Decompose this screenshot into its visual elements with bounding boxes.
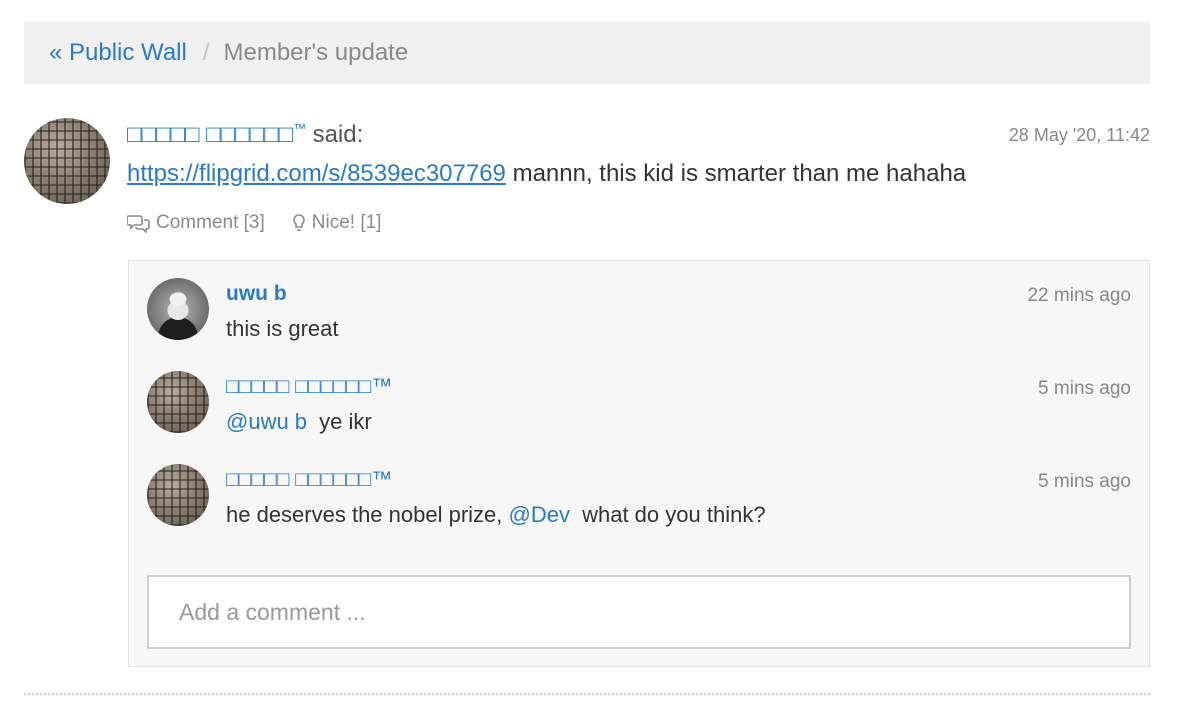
add-comment-input[interactable] — [147, 575, 1131, 649]
said-label: said: — [312, 121, 364, 148]
nice-count-label: Nice! [1] — [311, 212, 382, 233]
commenter-name-link[interactable]: uwu b — [226, 282, 287, 306]
comment-item: uwu b 22 mins ago this is great — [129, 278, 1149, 348]
back-to-public-wall-link[interactable]: « Public Wall — [49, 39, 187, 67]
post-author-avatar[interactable] — [24, 118, 110, 204]
comment-text-after: what do you think? — [575, 502, 766, 527]
commenter-name-link[interactable]: □□□□□ □□□□□□™ — [226, 468, 392, 492]
comment-item: □□□□□ □□□□□□™ 5 mins ago he deserves the… — [129, 464, 1149, 534]
comment-time: 22 mins ago — [1027, 285, 1131, 306]
commenter-avatar[interactable] — [147, 371, 209, 433]
post-text: mannn, this kid is smarter than me hahah… — [505, 160, 967, 187]
commenter-avatar[interactable] — [147, 278, 209, 340]
post-author-name: □□□□□ □□□□□□ — [127, 121, 294, 148]
post-body: https://flipgrid.com/s/8539ec307769 mann… — [127, 160, 966, 188]
section-divider — [24, 693, 1150, 695]
comment-time: 5 mins ago — [1038, 378, 1131, 399]
commenter-name-link[interactable]: □□□□□ □□□□□□™ — [226, 375, 392, 399]
nice-action[interactable]: Nice! [1] — [291, 212, 382, 234]
comment-item: □□□□□ □□□□□□™ 5 mins ago @uwu b ye ikr — [129, 371, 1149, 441]
comment-text: he deserves the nobel prize, @Dev what d… — [226, 502, 766, 528]
trademark-mark: ™ — [293, 121, 307, 136]
speech-bubbles-icon — [127, 215, 150, 233]
post-link[interactable]: https://flipgrid.com/s/8539ec307769 — [127, 160, 506, 187]
comment-text: this is great — [226, 316, 339, 341]
comments-panel: uwu b 22 mins ago this is great □□□□□ □□… — [128, 260, 1150, 667]
breadcrumb-separator: / — [202, 39, 210, 66]
mention-link[interactable]: @Dev — [509, 502, 570, 527]
comment-text-before: he deserves the nobel prize, — [226, 502, 509, 527]
comment-time: 5 mins ago — [1038, 471, 1131, 492]
breadcrumb: « Public Wall / Member's update — [24, 22, 1150, 84]
comment-count-label: Comment [3] — [156, 212, 265, 233]
post-timestamp: 28 May '20, 11:42 — [1008, 124, 1150, 145]
lightbulb-icon — [293, 214, 305, 231]
breadcrumb-current: Member's update — [223, 39, 409, 66]
post-actions: Comment [3] Nice! [1] — [127, 212, 381, 234]
mention-link[interactable]: @uwu b — [226, 409, 307, 434]
comment-text-body: ye ikr — [313, 409, 372, 434]
post-author-link[interactable]: □□□□□ □□□□□□™ — [127, 121, 306, 148]
comment-text: @uwu b ye ikr — [226, 409, 372, 435]
commenter-avatar[interactable] — [147, 464, 209, 526]
post-author-line: □□□□□ □□□□□□™ said: — [127, 121, 363, 149]
comment-action[interactable]: Comment [3] — [127, 212, 265, 234]
post-header: □□□□□ □□□□□□™ said: 28 May '20, 11:42 — [127, 118, 1150, 152]
